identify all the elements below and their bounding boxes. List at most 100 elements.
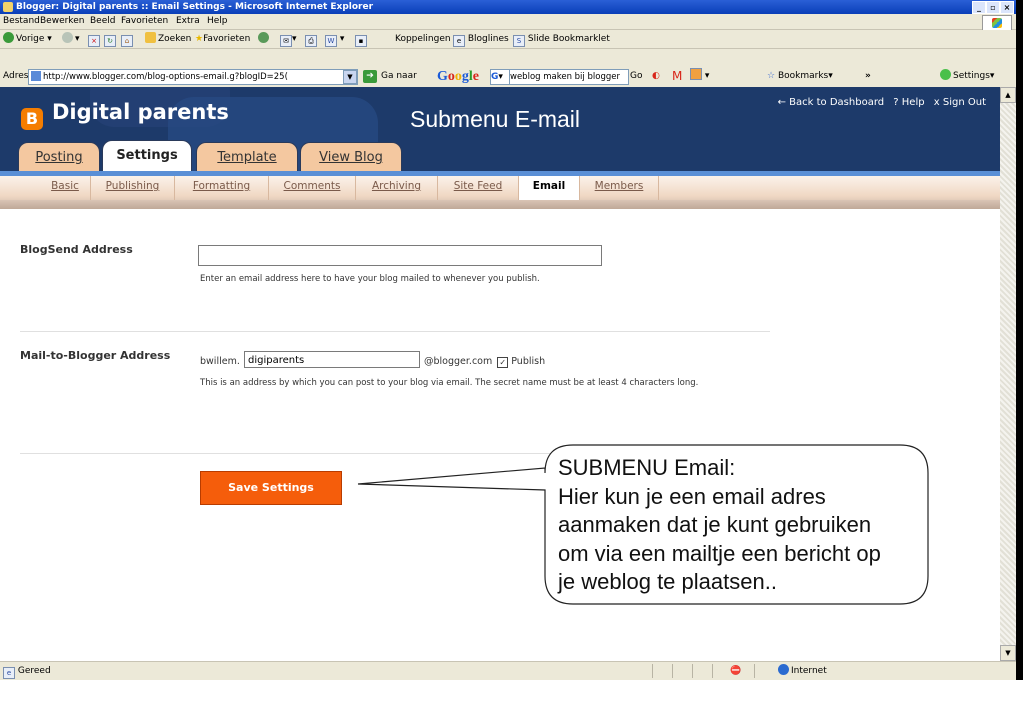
toolbar-overflow-button[interactable]: » xyxy=(865,66,871,87)
security-zone: Internet xyxy=(778,662,827,681)
mail-secret-name-input[interactable]: digiparents xyxy=(244,351,420,368)
callout-line: je weblog te plaatsen.. xyxy=(558,569,777,594)
go-arrow-icon[interactable]: ➔ xyxy=(363,70,377,83)
submenu-title: Submenu E-mail xyxy=(410,106,581,132)
address-bar: Adres http://www.blogger.com/blog-option… xyxy=(0,66,1016,87)
subnav-archiving[interactable]: Archiving xyxy=(356,176,438,200)
subnav-members[interactable]: Members xyxy=(580,176,659,200)
mail-icon: ✉ xyxy=(280,35,292,47)
blogger-logo-icon: B xyxy=(21,108,43,130)
divider xyxy=(20,331,770,332)
scroll-down-button[interactable]: ▼ xyxy=(1000,645,1016,661)
mail-suffix: @blogger.com xyxy=(424,356,493,367)
go-button[interactable]: Ga naar xyxy=(381,66,417,87)
callout-text: SUBMENU Email: Hier kun je een email adr… xyxy=(558,454,908,597)
menu-file[interactable]: Bestand xyxy=(3,14,40,29)
gmail-icon[interactable]: M xyxy=(672,66,682,87)
plugin-button[interactable]: ▾ xyxy=(690,66,709,87)
subnav-site-feed[interactable]: Site Feed xyxy=(438,176,519,200)
subnav-basic[interactable]: Basic xyxy=(40,176,91,200)
save-settings-button[interactable]: Save Settings xyxy=(200,471,342,505)
menu-bar: Bestand Bewerken Beeld Favorieten Extra … xyxy=(0,14,1016,30)
print-button[interactable]: ⎙ xyxy=(305,30,317,48)
stop-icon: × xyxy=(88,35,100,47)
windows-logo-icon xyxy=(982,15,1012,31)
page-icon xyxy=(31,71,41,81)
address-input[interactable]: http://www.blogger.com/blog-options-emai… xyxy=(28,69,358,85)
word-icon: W xyxy=(325,35,337,47)
search-icon xyxy=(145,32,156,43)
search-button[interactable]: Zoeken xyxy=(145,30,191,48)
maximize-button[interactable]: ▫ xyxy=(986,1,1000,14)
browser-window: Blogger: Digital parents :: Email Settin… xyxy=(0,0,1016,681)
back-to-dashboard-link[interactable]: ← Back to Dashboard xyxy=(778,97,884,108)
mail-to-blogger-label: Mail-to-Blogger Address xyxy=(20,349,171,362)
back-arrow-icon xyxy=(3,32,14,43)
status-text: e Gereed xyxy=(3,662,51,681)
google-go-button[interactable]: Go xyxy=(630,66,642,87)
print-icon: ⎙ xyxy=(305,35,317,47)
bookmarks-button[interactable]: ☆ Bookmarks▾ xyxy=(767,66,833,87)
mail-suffix-row: @blogger.com ✓ Publish xyxy=(424,353,545,370)
star-icon: ★ xyxy=(195,34,204,44)
callout-line: SUBMENU Email: xyxy=(558,455,736,480)
mail-prefix: bwillem. xyxy=(200,356,240,367)
settings-button[interactable]: Settings▾ xyxy=(940,66,994,87)
history-button[interactable] xyxy=(258,30,271,48)
window-title-bar: Blogger: Digital parents :: Email Settin… xyxy=(0,0,1016,14)
callout-line: om via een mailtje een bericht op xyxy=(558,540,881,566)
scroll-up-button[interactable]: ▲ xyxy=(1000,87,1016,103)
ie-icon xyxy=(3,2,13,12)
blogsend-hint: Enter an email address here to have your… xyxy=(200,274,540,284)
tab-view-blog[interactable]: View Blog xyxy=(300,142,402,172)
google-logo: Google xyxy=(437,69,479,84)
close-button[interactable]: × xyxy=(1000,1,1014,14)
google-search-type-dropdown[interactable]: G▾ xyxy=(490,69,510,85)
security-icon: ⛔ xyxy=(730,666,742,676)
tab-settings[interactable]: Settings xyxy=(102,140,192,174)
discuss-icon: ▪ xyxy=(355,35,367,47)
menu-favorites[interactable]: Favorieten xyxy=(121,14,168,29)
back-button[interactable]: Vorige ▾ xyxy=(3,30,52,48)
address-dropdown-button[interactable]: ▼ xyxy=(343,70,357,84)
favorites-button[interactable]: ★Favorieten xyxy=(195,30,250,48)
home-icon: ⌂ xyxy=(121,35,133,47)
home-button[interactable]: ⌂ xyxy=(121,30,133,48)
discuss-button[interactable]: ▪ xyxy=(355,30,367,48)
subnav-email[interactable]: Email xyxy=(519,176,580,200)
publish-checkbox[interactable]: ✓ xyxy=(497,357,509,368)
globe-icon xyxy=(778,664,789,675)
window-title: Blogger: Digital parents :: Email Settin… xyxy=(16,2,374,12)
settings-subnav: Basic Publishing Formatting Comments Arc… xyxy=(0,176,1000,209)
refresh-button[interactable]: ↻ xyxy=(104,30,116,48)
plugin-icon xyxy=(690,68,702,80)
page-icon: e xyxy=(3,667,15,679)
subnav-formatting[interactable]: Formatting xyxy=(175,176,269,200)
page-icon: e xyxy=(453,35,465,47)
settings-icon xyxy=(940,69,951,80)
edit-button[interactable]: W ▾ xyxy=(325,30,344,48)
subnav-comments[interactable]: Comments xyxy=(269,176,356,200)
menu-edit[interactable]: Bewerken xyxy=(40,14,84,29)
subnav-publishing[interactable]: Publishing xyxy=(91,176,175,200)
help-link[interactable]: ? Help xyxy=(893,97,924,108)
vertical-scrollbar[interactable]: ▲ ▼ xyxy=(1000,87,1016,661)
bloglines-link[interactable]: e Bloglines xyxy=(453,30,509,48)
tab-posting[interactable]: Posting xyxy=(18,142,100,172)
mail-button[interactable]: ✉ ▾ xyxy=(280,30,297,48)
tab-template[interactable]: Template xyxy=(196,142,298,172)
menu-help[interactable]: Help xyxy=(207,14,228,29)
stop-button[interactable]: × xyxy=(88,30,100,48)
forward-button[interactable]: ▾ xyxy=(62,30,80,48)
forward-arrow-icon xyxy=(62,32,73,43)
google-search-input[interactable]: weblog maken bij blogger xyxy=(509,69,629,85)
sign-out-link[interactable]: x Sign Out xyxy=(934,97,986,108)
toolbar-plugin-icon[interactable]: ◐ xyxy=(652,66,660,87)
slide-icon: S xyxy=(513,35,525,47)
menu-tools[interactable]: Extra xyxy=(176,14,200,29)
menu-view[interactable]: Beeld xyxy=(90,14,115,29)
links-label[interactable]: Koppelingen xyxy=(395,30,451,48)
minimize-button[interactable]: _ xyxy=(972,1,986,14)
slide-bookmarklet-link[interactable]: S Slide Bookmarklet xyxy=(513,30,610,48)
blogsend-address-input[interactable] xyxy=(198,245,602,266)
